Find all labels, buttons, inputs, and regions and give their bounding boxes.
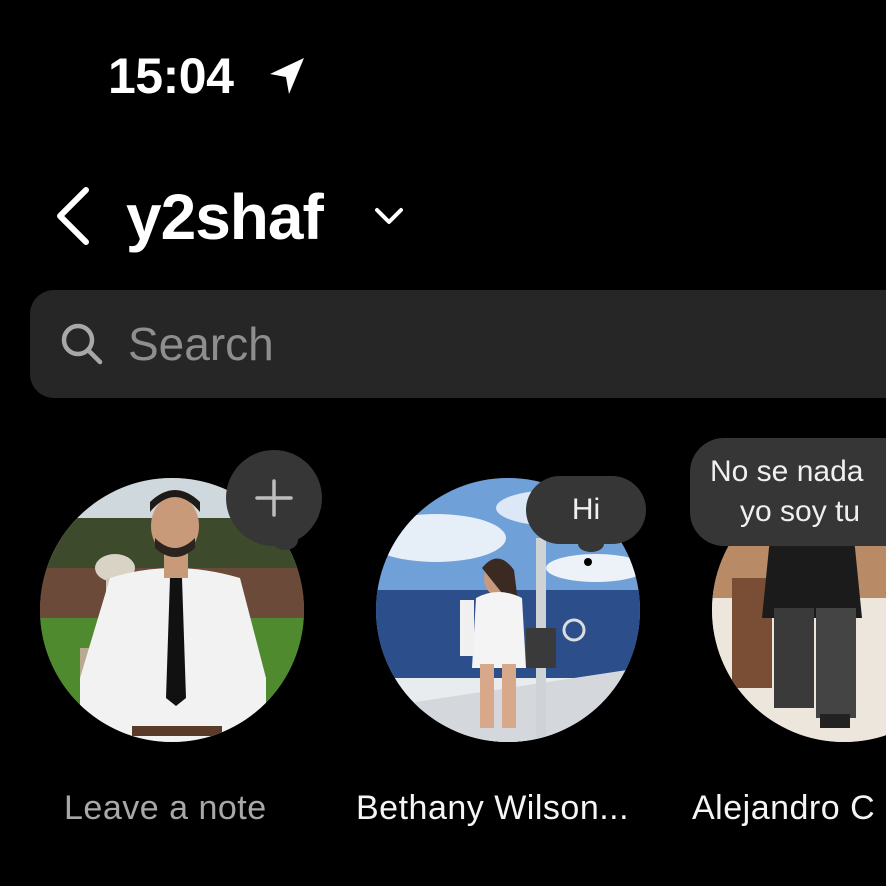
alejandro-note-line2: yo soy tu [740,495,861,528]
search-placeholder: Search [128,318,274,370]
search-icon [61,323,103,365]
location-arrow-icon [270,58,304,94]
plus-icon [255,479,293,517]
add-note-button[interactable] [226,450,322,546]
bethany-note-bubble[interactable]: Hi [526,476,646,544]
leave-note-label[interactable]: Leave a note [64,788,267,828]
bethany-bubble-dot [584,558,592,566]
bethany-note-text: Hi [571,493,601,526]
bethany-name-label[interactable]: Bethany Wilson... [356,788,629,828]
alejandro-name-label[interactable]: Alejandro C [692,788,875,828]
chevron-down-icon[interactable] [372,204,406,228]
add-note-bubble-tail [272,530,298,550]
alejandro-note-line1: No se nada [710,455,864,488]
alejandro-note-bubble[interactable]: No se nada yo soy tu [690,438,886,546]
bethany-bubble-tail [578,536,604,552]
search-input[interactable]: Search [30,290,886,398]
account-name[interactable]: y2shaf [126,180,324,254]
dm-inbox-screen: 15:04 y2shaf Search Leave a note Hi Beth… [0,0,886,886]
status-time: 15:04 [108,48,234,104]
back-chevron-icon[interactable] [48,184,94,248]
